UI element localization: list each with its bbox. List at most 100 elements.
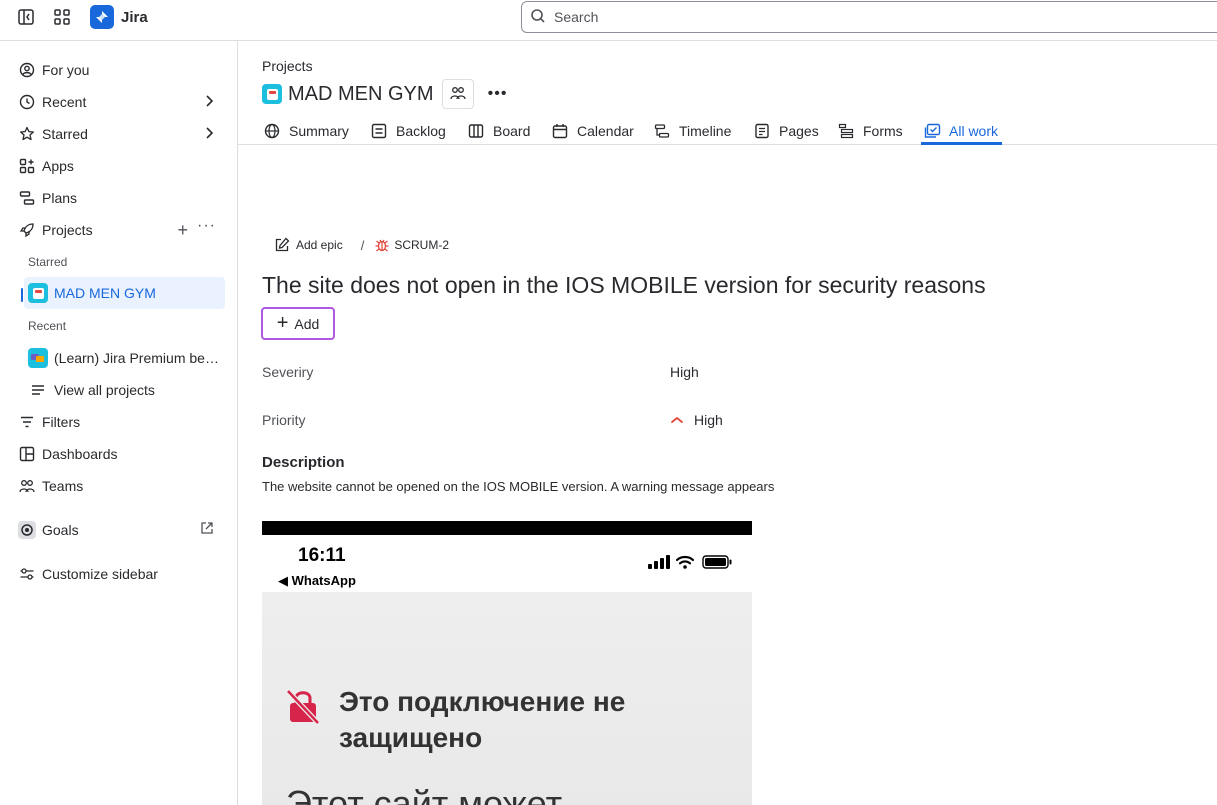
jira-logo-icon[interactable] <box>90 5 114 29</box>
more-actions-icon[interactable]: ••• <box>486 82 510 106</box>
pages-icon <box>753 122 771 140</box>
description-heading: Description <box>262 454 345 471</box>
wifi-icon <box>676 555 694 569</box>
list-icon <box>28 381 48 399</box>
sidebar-item-customize[interactable]: Customize sidebar <box>12 559 226 589</box>
breadcrumb[interactable]: Projects <box>262 58 313 74</box>
priority-value: High <box>694 412 723 428</box>
phone-back-label: ◀ WhatsApp <box>278 573 356 588</box>
project-avatar-icon <box>262 84 282 104</box>
sidebar-item-label: Apps <box>42 158 74 174</box>
sidebar-item-label: View all projects <box>54 382 155 398</box>
app-switcher-icon[interactable] <box>49 4 75 30</box>
project-title-row: MAD MEN GYM ••• <box>262 79 510 109</box>
issue-key-link[interactable]: SCRUM-2 <box>374 237 449 253</box>
insecure-lock-icon <box>286 687 320 728</box>
tab-timeline[interactable]: Timeline <box>653 117 731 145</box>
tab-summary[interactable]: Summary <box>263 117 349 145</box>
external-link-icon[interactable] <box>200 521 214 538</box>
phone-status-icons <box>648 555 732 569</box>
more-options-icon[interactable]: ··· <box>197 217 216 235</box>
sidebar-view-all-projects[interactable]: View all projects <box>24 375 225 405</box>
add-project-icon[interactable]: + <box>177 220 188 241</box>
chevron-right-icon[interactable] <box>204 126 214 143</box>
globe-icon <box>263 122 281 140</box>
sidebar-project-learn-jira[interactable]: (Learn) Jira Premium benefits <box>24 343 225 373</box>
sidebar-item-for-you[interactable]: For you <box>12 55 226 85</box>
timeline-icon <box>653 122 671 140</box>
add-button[interactable]: + Add <box>261 307 335 340</box>
sidebar-item-apps[interactable]: Apps <box>12 151 226 181</box>
search-icon <box>530 8 546 27</box>
tab-label: Calendar <box>577 123 634 139</box>
app-name[interactable]: Jira <box>121 9 148 26</box>
tab-label: Backlog <box>396 123 446 139</box>
sidebar-item-projects[interactable]: Projects + ··· <box>12 215 226 245</box>
browser-warning-page: Это подключение не защищено Этот сайт мо… <box>262 592 752 805</box>
sidebar-item-plans[interactable]: Plans <box>12 183 226 213</box>
breadcrumb-separator: / <box>360 237 365 253</box>
tab-label: Timeline <box>679 123 732 139</box>
add-epic-label: Add epic <box>296 238 343 252</box>
phone-time: 16:11 <box>298 545 346 566</box>
sidebar-item-label: MAD MEN GYM <box>54 285 156 301</box>
sidebar-item-goals[interactable]: Goals <box>12 515 226 545</box>
plus-icon: + <box>276 311 289 334</box>
backlog-icon <box>370 122 388 140</box>
rocket-icon <box>18 221 36 239</box>
top-navigation-bar: Jira Search <box>0 0 1217 41</box>
issue-breadcrumb: Add epic / SCRUM-2 <box>274 236 449 254</box>
priority-high-icon <box>670 415 684 425</box>
people-icon <box>449 85 466 104</box>
forms-icon <box>837 122 855 140</box>
sidebar-item-label: Projects <box>42 222 93 238</box>
issue-title[interactable]: The site does not open in the IOS MOBILE… <box>262 272 986 299</box>
add-epic-button[interactable]: Add epic <box>274 237 343 253</box>
sidebar-item-label: Starred <box>42 126 88 142</box>
warning-subtitle: Этот сайт может <box>286 783 563 805</box>
severity-value: High <box>670 364 699 380</box>
sidebar-item-teams[interactable]: Teams <box>12 471 226 501</box>
project-avatar-icon <box>28 348 48 368</box>
sidebar-item-recent[interactable]: Recent <box>12 87 226 117</box>
sidebar-item-starred[interactable]: Starred <box>12 119 226 149</box>
teams-icon <box>18 477 36 495</box>
tab-calendar[interactable]: Calendar <box>551 117 634 145</box>
tab-label: All work <box>949 123 999 139</box>
people-button[interactable] <box>441 79 474 109</box>
sidebar-toggle-icon[interactable] <box>13 4 39 30</box>
tab-label: Summary <box>289 123 349 139</box>
tab-backlog[interactable]: Backlog <box>370 117 446 145</box>
sidebar-item-label: Goals <box>42 522 79 538</box>
plans-icon <box>18 189 36 207</box>
sidebar-item-filters[interactable]: Filters <box>12 407 226 437</box>
field-value-severity[interactable]: High <box>670 364 699 380</box>
sidebar-item-label: Filters <box>42 414 81 430</box>
tab-pages[interactable]: Pages <box>753 117 819 145</box>
tab-forms[interactable]: Forms <box>837 117 903 145</box>
sidebar-project-mad-men-gym[interactable]: MAD MEN GYM <box>24 277 225 309</box>
attached-screenshot[interactable]: 16:11 ◀ WhatsApp Это подключение не защи… <box>262 521 752 805</box>
project-tabs: Summary Backlog Board Calendar Timeline … <box>238 117 1217 145</box>
sidebar: For you Recent Starred Apps Plans Projec… <box>0 41 238 805</box>
edit-icon <box>274 237 290 253</box>
description-text[interactable]: The website cannot be opened on the IOS … <box>262 479 774 494</box>
signal-icon <box>648 555 670 569</box>
add-button-label: Add <box>294 315 320 332</box>
star-icon <box>18 125 36 143</box>
sidebar-item-dashboards[interactable]: Dashboards <box>12 439 226 469</box>
tab-board[interactable]: Board <box>467 117 530 145</box>
chevron-right-icon[interactable] <box>204 94 214 111</box>
board-icon <box>467 122 485 140</box>
section-label-recent: Recent <box>28 319 67 333</box>
field-value-priority[interactable]: High <box>670 412 723 428</box>
search-placeholder: Search <box>554 9 599 25</box>
tab-label: Pages <box>779 123 819 139</box>
tab-all-work[interactable]: All work <box>923 117 998 145</box>
sidebar-item-label: Teams <box>42 478 84 494</box>
warning-title: Это подключение не защищено <box>339 686 626 753</box>
active-tab-indicator <box>921 142 1002 145</box>
section-label-starred: Starred <box>28 255 68 269</box>
screenshot-top-bar <box>262 521 752 535</box>
search-input[interactable]: Search <box>521 1 1217 33</box>
